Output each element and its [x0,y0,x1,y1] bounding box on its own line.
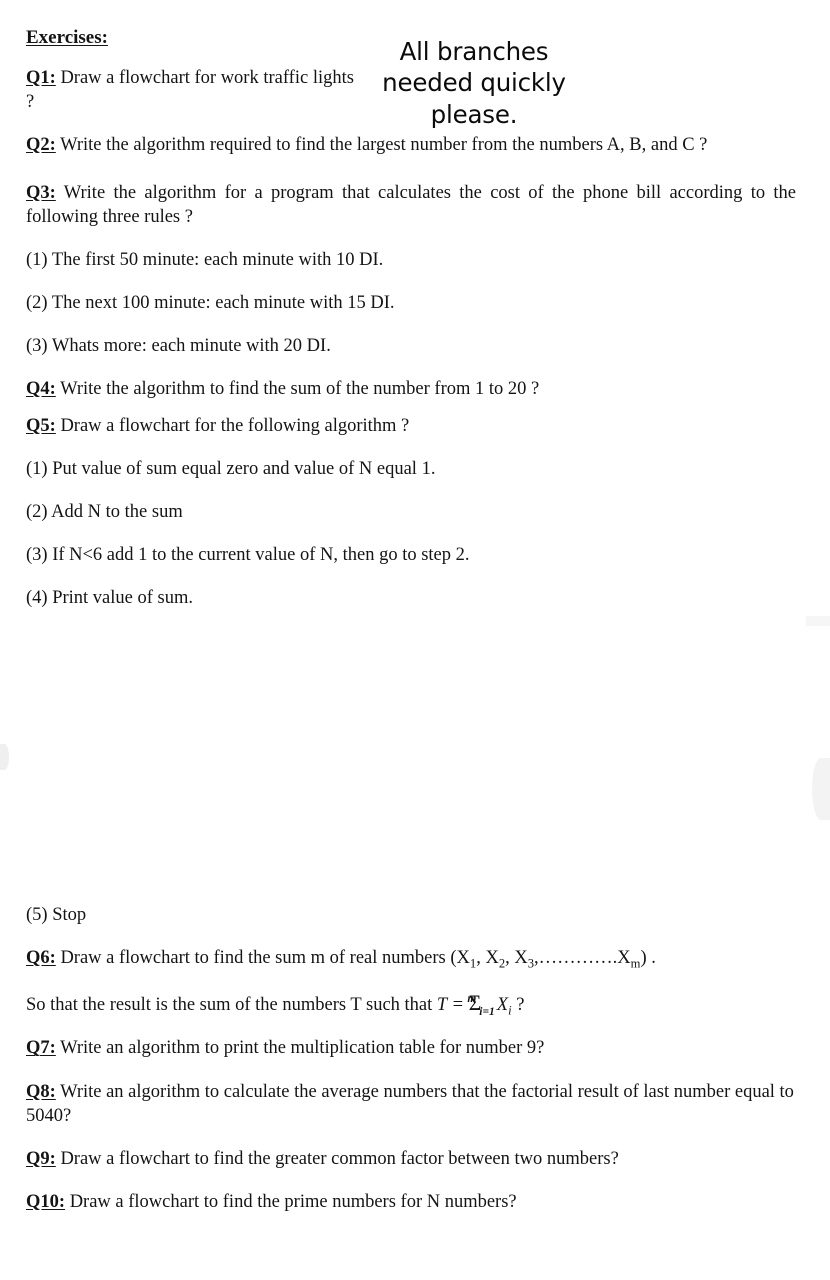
phone-rule-2: (2) The next 100 minute: each minute wit… [26,292,395,313]
annotation-line-2: needed quickly [382,68,566,98]
question-text-q2: Write the algorithm required to find the… [55,134,708,155]
question-label-q7: Q7: [26,1038,56,1059]
annotation-line-1: All branches [399,37,549,66]
question-q3: Q3: Write the algorithm for a program th… [26,181,796,229]
q5-step-1: (1) Put value of sum equal zero and valu… [26,459,436,480]
question-label-q1: Q1: [26,67,56,88]
phone-rule-3: (3) Whats more: each minute with 20 DI. [26,336,331,357]
question-text-q7: Write an algorithm to print the multipli… [55,1038,545,1059]
question-text-q5: Draw a flowchart for the following algor… [55,416,410,437]
question-text-q1: Draw a flowchart for work traffic lights… [26,67,354,112]
question-q8: Q8: Write an algorithm to calculate the … [26,1080,796,1128]
q5-step-4: (4) Print value of sum. [26,588,193,609]
q5-step-3: (3) If N<6 add 1 to the current value of… [26,545,470,566]
q6-mid-1: , X [476,948,499,969]
question-q2: Q2: Write the algorithm required to find… [26,133,796,157]
q5-step-5: (5) Stop [26,905,87,925]
q6-formula: T = Σmi=1 Xi [436,991,512,1019]
question-label-q2: Q2: [26,134,56,155]
question-label-q9: Q9: [26,1148,56,1169]
scan-artifact-top-right [806,616,830,626]
question-text-q3: Write the algorithm for a program that c… [26,182,796,227]
question-text-q6-before: Draw a flowchart to find the sum m of re… [55,948,470,969]
question-text-q4: Write the algorithm to find the sum of t… [55,379,540,400]
question-text-q9: Draw a flowchart to find the greater com… [55,1148,619,1169]
question-text-q8: Write an algorithm to calculate the aver… [26,1081,794,1126]
scan-artifact-right [812,758,830,820]
q6-text-after: ) . [640,948,656,969]
question-q1: Q1: Draw a flowchart for work traffic li… [26,66,356,114]
scanned-page: Exercises: Q1: Draw a flowchart for work… [0,0,830,1280]
question-q9: Q9: Draw a flowchart to find the greater… [26,1147,796,1171]
question-q7: Q7: Write an algorithm to print the mult… [26,1036,796,1060]
q6-line2-before: So that the result is the sum of the num… [26,995,437,1016]
q6-line2-after: ? [511,995,525,1016]
question-label-q3: Q3: [26,182,56,203]
question-q6: Q6: Draw a flowchart to find the sum m o… [26,946,796,970]
question-q4: Q4: Write the algorithm to find the sum … [26,377,796,401]
formula-equals: = [446,995,469,1016]
formula-lower-limit: i=1 [479,1006,495,1019]
formula-t: T [436,995,447,1016]
q6-mid-2: , X [505,948,528,969]
annotation-line-3: please. [430,99,518,129]
question-label-q4: Q4: [26,379,56,400]
phone-rule-1: (1) The first 50 minute: each minute wit… [26,249,384,270]
q6-mid-3: ,………….X [534,948,631,969]
handwritten-annotation: All branches needed quickly please. [356,36,592,130]
question-label-q8: Q8: [26,1081,56,1102]
formula-x: X [496,995,509,1016]
q6-subscript-m: m [630,956,641,971]
question-q10: Q10: Draw a flowchart to find the prime … [26,1190,796,1214]
document-body-lower: (5) Stop Q6: Draw a flowchart to find th… [26,903,796,1214]
question-label-q10: Q10: [26,1191,66,1212]
q5-step-2: (2) Add N to the sum [26,502,183,523]
question-text-q10: Draw a flowchart to find the prime numbe… [65,1191,517,1212]
question-label-q5: Q5: [26,416,56,437]
question-label-q6: Q6: [26,948,56,969]
question-q6-line2: So that the result is the sum of the num… [26,989,796,1019]
scan-artifact-left [0,744,9,770]
question-q5: Q5: Draw a flowchart for the following a… [26,414,796,438]
